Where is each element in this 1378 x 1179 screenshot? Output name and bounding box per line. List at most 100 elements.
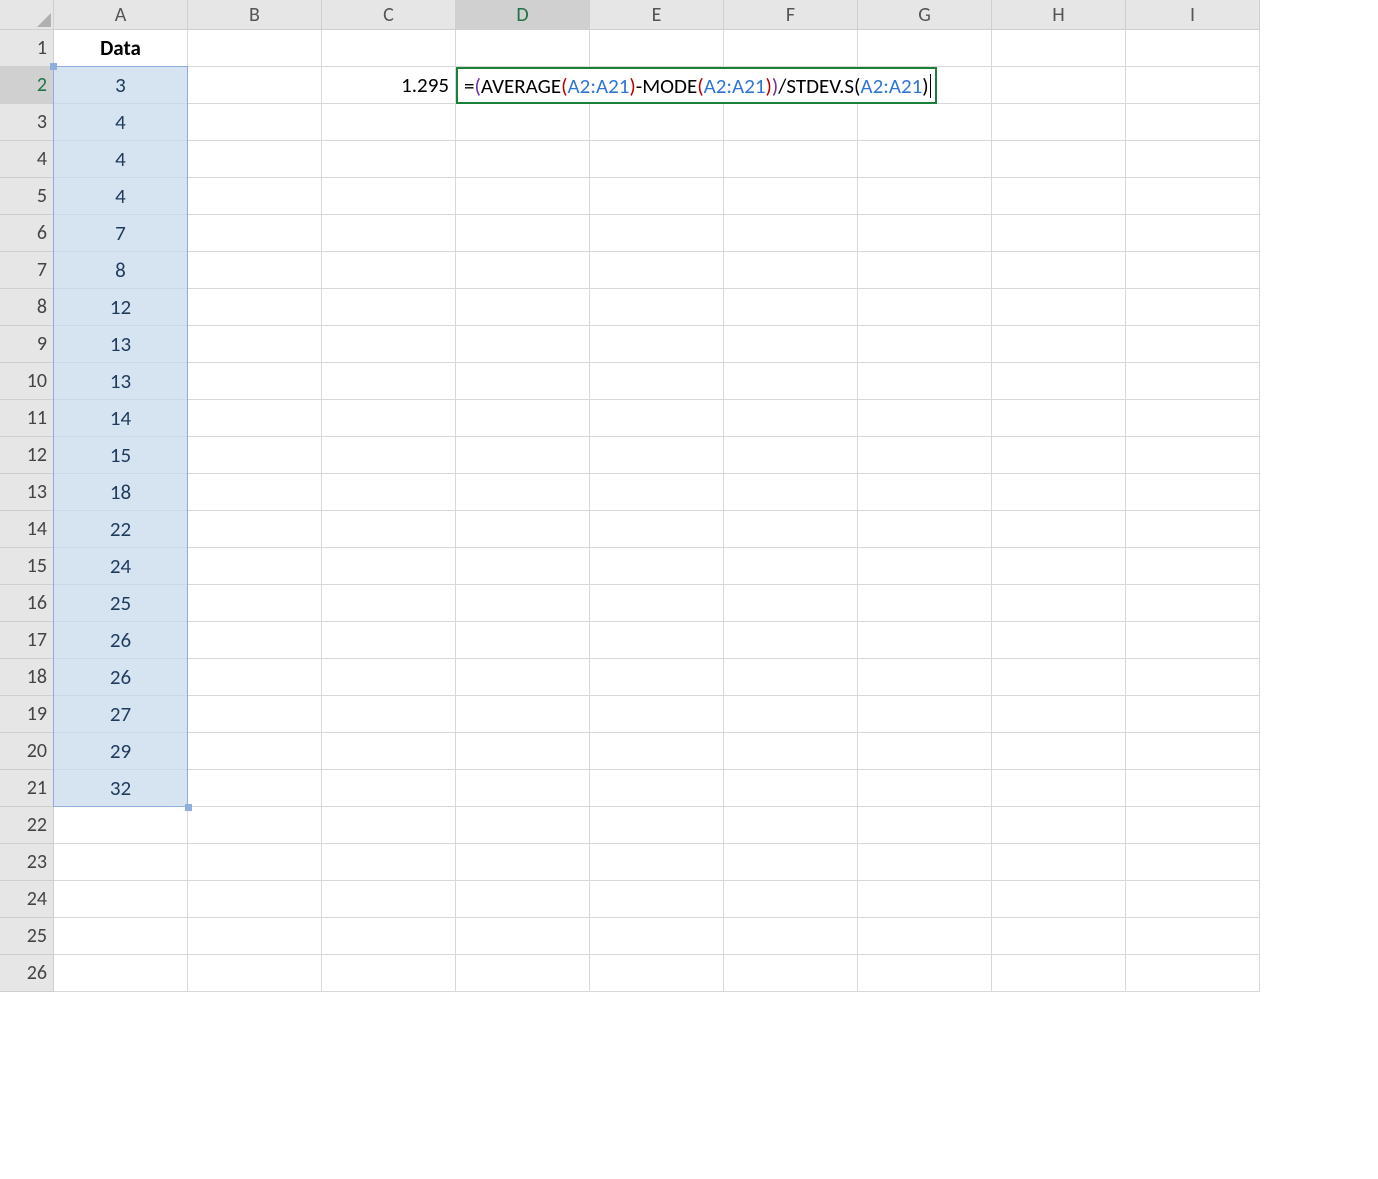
cell-I18[interactable] <box>1126 659 1260 696</box>
cell-I19[interactable] <box>1126 696 1260 733</box>
cell-E21[interactable] <box>590 770 724 807</box>
column-header-F[interactable]: F <box>724 0 858 30</box>
cell-D4[interactable] <box>456 141 590 178</box>
cell-A13[interactable]: 18 <box>54 474 188 511</box>
formula-edit-cell[interactable]: =(AVERAGE(A2:A21)-MODE(A2:A21))/STDEV.S(… <box>456 67 937 104</box>
cell-F6[interactable] <box>724 215 858 252</box>
cell-E1[interactable] <box>590 30 724 67</box>
row-header-14[interactable]: 14 <box>0 511 54 548</box>
cell-I3[interactable] <box>1126 104 1260 141</box>
cell-E23[interactable] <box>590 844 724 881</box>
row-header-11[interactable]: 11 <box>0 400 54 437</box>
cell-I14[interactable] <box>1126 511 1260 548</box>
cell-E12[interactable] <box>590 437 724 474</box>
cell-H18[interactable] <box>992 659 1126 696</box>
row-header-21[interactable]: 21 <box>0 770 54 807</box>
cell-E24[interactable] <box>590 881 724 918</box>
cell-B17[interactable] <box>188 622 322 659</box>
cell-A6[interactable]: 7 <box>54 215 188 252</box>
cell-E8[interactable] <box>590 289 724 326</box>
cell-D16[interactable] <box>456 585 590 622</box>
cell-A7[interactable]: 8 <box>54 252 188 289</box>
cell-E17[interactable] <box>590 622 724 659</box>
cell-F23[interactable] <box>724 844 858 881</box>
cell-H11[interactable] <box>992 400 1126 437</box>
row-header-7[interactable]: 7 <box>0 252 54 289</box>
row-header-6[interactable]: 6 <box>0 215 54 252</box>
row-header-16[interactable]: 16 <box>0 585 54 622</box>
cell-H13[interactable] <box>992 474 1126 511</box>
cell-A18[interactable]: 26 <box>54 659 188 696</box>
cell-C1[interactable] <box>322 30 456 67</box>
cell-H9[interactable] <box>992 326 1126 363</box>
cell-D11[interactable] <box>456 400 590 437</box>
cell-F13[interactable] <box>724 474 858 511</box>
row-header-17[interactable]: 17 <box>0 622 54 659</box>
cell-H20[interactable] <box>992 733 1126 770</box>
cell-I11[interactable] <box>1126 400 1260 437</box>
cell-A14[interactable]: 22 <box>54 511 188 548</box>
cell-G17[interactable] <box>858 622 992 659</box>
cell-D26[interactable] <box>456 955 590 992</box>
cell-I12[interactable] <box>1126 437 1260 474</box>
cell-G14[interactable] <box>858 511 992 548</box>
cell-I16[interactable] <box>1126 585 1260 622</box>
cell-A15[interactable]: 24 <box>54 548 188 585</box>
cell-H2[interactable] <box>992 67 1126 104</box>
cell-A25[interactable] <box>54 918 188 955</box>
cell-I10[interactable] <box>1126 363 1260 400</box>
cell-H21[interactable] <box>992 770 1126 807</box>
cell-E6[interactable] <box>590 215 724 252</box>
cell-A12[interactable]: 15 <box>54 437 188 474</box>
cell-B3[interactable] <box>188 104 322 141</box>
select-all-corner[interactable] <box>0 0 54 30</box>
cell-E18[interactable] <box>590 659 724 696</box>
cell-I5[interactable] <box>1126 178 1260 215</box>
cell-E13[interactable] <box>590 474 724 511</box>
cell-F12[interactable] <box>724 437 858 474</box>
cell-F14[interactable] <box>724 511 858 548</box>
cell-F18[interactable] <box>724 659 858 696</box>
cell-E16[interactable] <box>590 585 724 622</box>
cell-E15[interactable] <box>590 548 724 585</box>
cell-D19[interactable] <box>456 696 590 733</box>
row-header-18[interactable]: 18 <box>0 659 54 696</box>
cell-B2[interactable] <box>188 67 322 104</box>
cell-B21[interactable] <box>188 770 322 807</box>
cell-H26[interactable] <box>992 955 1126 992</box>
cell-G6[interactable] <box>858 215 992 252</box>
cell-G8[interactable] <box>858 289 992 326</box>
cell-I25[interactable] <box>1126 918 1260 955</box>
cell-G25[interactable] <box>858 918 992 955</box>
cell-C4[interactable] <box>322 141 456 178</box>
cell-D18[interactable] <box>456 659 590 696</box>
cell-F17[interactable] <box>724 622 858 659</box>
cell-A21[interactable]: 32 <box>54 770 188 807</box>
cell-H4[interactable] <box>992 141 1126 178</box>
cell-H1[interactable] <box>992 30 1126 67</box>
cell-E20[interactable] <box>590 733 724 770</box>
cell-E11[interactable] <box>590 400 724 437</box>
cell-B11[interactable] <box>188 400 322 437</box>
cell-H16[interactable] <box>992 585 1126 622</box>
cell-B18[interactable] <box>188 659 322 696</box>
cell-G4[interactable] <box>858 141 992 178</box>
cell-G12[interactable] <box>858 437 992 474</box>
cell-D6[interactable] <box>456 215 590 252</box>
cell-H14[interactable] <box>992 511 1126 548</box>
cell-C22[interactable] <box>322 807 456 844</box>
cell-A2[interactable]: 3 <box>54 67 188 104</box>
row-header-2[interactable]: 2 <box>0 67 54 104</box>
cell-B8[interactable] <box>188 289 322 326</box>
cell-H25[interactable] <box>992 918 1126 955</box>
cell-G19[interactable] <box>858 696 992 733</box>
cell-A11[interactable]: 14 <box>54 400 188 437</box>
cell-F11[interactable] <box>724 400 858 437</box>
cell-I22[interactable] <box>1126 807 1260 844</box>
cell-A8[interactable]: 12 <box>54 289 188 326</box>
cell-D7[interactable] <box>456 252 590 289</box>
column-header-I[interactable]: I <box>1126 0 1260 30</box>
cell-B24[interactable] <box>188 881 322 918</box>
cell-A5[interactable]: 4 <box>54 178 188 215</box>
cell-D23[interactable] <box>456 844 590 881</box>
